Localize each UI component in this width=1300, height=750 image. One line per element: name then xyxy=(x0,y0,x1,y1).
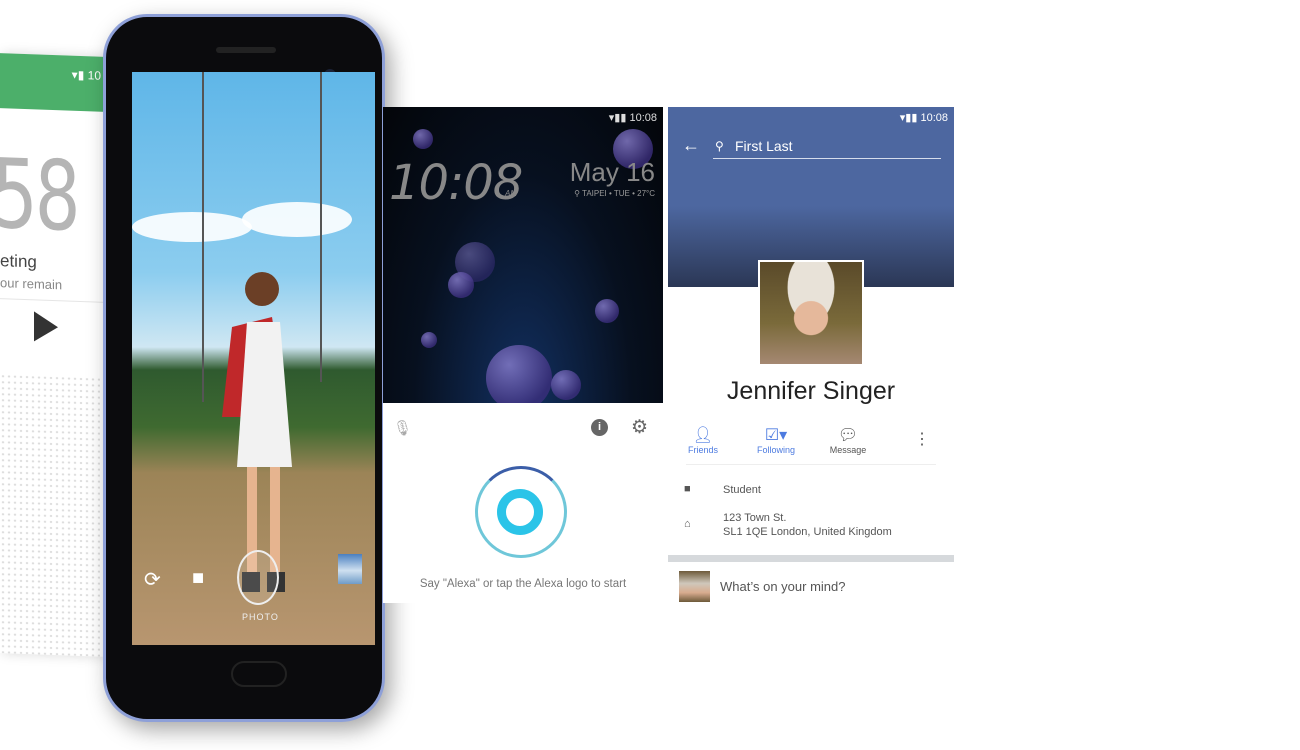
facebook-profile: ▾▮▮ 10:08 ← ⚲ First Last Jennifer Singer… xyxy=(668,107,954,612)
status-time: 10:08 xyxy=(629,112,657,124)
big-number: 58 xyxy=(0,137,78,253)
switch-camera-icon[interactable]: ⟳ xyxy=(144,567,161,592)
swing-chain xyxy=(320,72,322,382)
mode-label[interactable]: PHOTO xyxy=(242,612,279,622)
action-label: Friends xyxy=(687,445,718,455)
search-icon: ⚲ xyxy=(715,139,724,153)
gallery-thumbnail[interactable] xyxy=(338,554,362,584)
cloud xyxy=(132,212,252,242)
profile-name: Jennifer Singer xyxy=(726,377,896,405)
alexa-logo[interactable] xyxy=(497,489,543,535)
home-button[interactable] xyxy=(231,661,287,687)
address: 123 Town St. SL1 1QE London, United Kingd… xyxy=(723,511,892,539)
section-separator xyxy=(668,555,954,562)
profile-photo[interactable] xyxy=(758,260,864,366)
avatar xyxy=(679,571,710,602)
alexa-panel: 🎙︎ i ⚙ Say "Alexa" or tap the Alexa logo… xyxy=(383,403,663,603)
cloud xyxy=(242,202,352,237)
title-text: eting xyxy=(0,251,37,272)
alexa-prompt: Say "Alexa" or tap the Alexa logo to sta… xyxy=(419,578,627,590)
following-icon: ☑▾ xyxy=(764,427,788,444)
clock-date: May 16 xyxy=(569,157,655,187)
divider xyxy=(686,464,936,465)
search-value: First Last xyxy=(735,138,793,154)
lock-screen: ▾▮▮ 10:08 10:08 AM May 16 ⚲ TAIPEI • TUE… xyxy=(383,107,663,403)
camera-viewfinder: ⟳ ■ PHOTO xyxy=(132,72,375,645)
status-composer[interactable]: What’s on your mind? xyxy=(720,579,846,594)
occupation: Student xyxy=(723,484,761,496)
action-label: Following xyxy=(756,445,796,455)
mic-off-icon[interactable]: 🎙︎ xyxy=(393,419,412,437)
search-input[interactable]: ⚲ First Last xyxy=(713,135,941,159)
swing-chain xyxy=(202,72,204,402)
app-header: ▾▮ 10 xyxy=(0,53,105,112)
info-icon[interactable]: i xyxy=(591,419,608,436)
more-options-icon[interactable]: ⋮ xyxy=(914,429,930,449)
video-icon[interactable]: ■ xyxy=(192,567,204,590)
left-phone-screen: ▾▮ 10 58 eting our remain xyxy=(0,53,105,657)
weather-location: ⚲ TAIPEI • TUE • 27°C xyxy=(574,189,655,198)
address-line-2: SL1 1QE London, United Kingdom xyxy=(723,526,892,538)
friends-check-icon: 👤︎ xyxy=(692,427,714,444)
status-bar: ▾▮ 10 xyxy=(71,67,101,83)
location-text: TAIPEI • TUE • 27°C xyxy=(582,189,655,198)
girl-on-swing xyxy=(222,272,292,592)
following-button[interactable]: ☑▾ Following xyxy=(741,425,811,455)
friends-button[interactable]: 👤︎ Friends xyxy=(668,425,738,455)
status-time: 10 xyxy=(87,68,101,83)
play-icon[interactable] xyxy=(34,311,58,343)
home-icon: ⌂ xyxy=(684,518,691,530)
subtitle-text: our remain xyxy=(0,275,63,293)
message-button[interactable]: 💬︎ Message xyxy=(813,425,883,455)
speaker-grille xyxy=(216,47,276,53)
gear-icon[interactable]: ⚙ xyxy=(631,416,648,439)
clock-time: 10:08 xyxy=(389,155,523,211)
address-line-1: 123 Town St. xyxy=(723,512,787,524)
messenger-icon: 💬︎ xyxy=(837,427,859,444)
shutter-button[interactable] xyxy=(237,550,279,605)
status-bar: ▾▮▮ 10:08 xyxy=(899,112,948,124)
briefcase-icon: ■ xyxy=(684,483,691,495)
back-arrow-icon[interactable]: ← xyxy=(682,135,700,156)
status-time: 10:08 xyxy=(920,112,948,124)
location-pin-icon: ⚲ xyxy=(574,189,583,198)
divider xyxy=(0,298,105,303)
action-label: Message xyxy=(829,445,867,455)
clock-ampm: AM xyxy=(505,189,517,198)
status-bar: ▾▮▮ 10:08 xyxy=(608,112,657,124)
dot-pattern xyxy=(0,373,100,657)
